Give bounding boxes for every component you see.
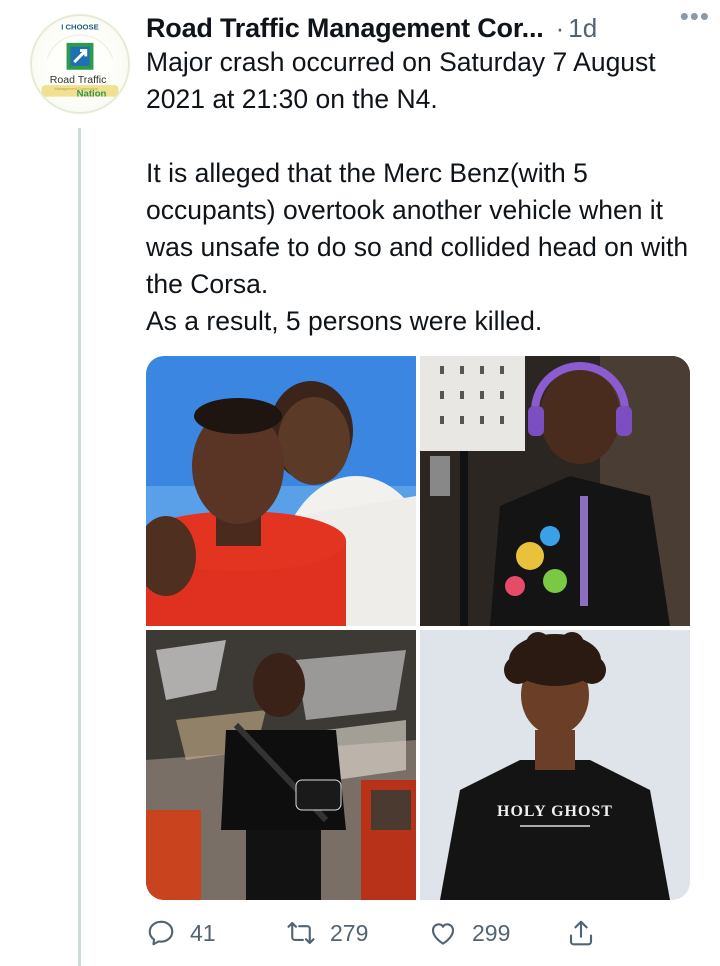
retweet-icon [287, 921, 315, 945]
separator-dot: · [555, 12, 565, 43]
rtmc-logo-icon: I CHOOSE Road Traffic Management Corpora… [41, 22, 119, 100]
logo-top-text: I CHOOSE [61, 22, 99, 31]
photo-dj-headphones[interactable] [420, 356, 690, 626]
thread-line [78, 128, 81, 966]
like-count: 299 [472, 919, 511, 946]
like-button[interactable]: 299 [428, 918, 510, 948]
more-options-icon[interactable]: ••• [680, 3, 710, 29]
share-icon [569, 920, 593, 946]
tshirt-print-text: HOLY GHOST [497, 803, 613, 820]
photo-young-man-tshirt[interactable]: HOLY GHOST [420, 630, 690, 900]
photo-two-men-selfie[interactable] [146, 356, 416, 626]
tweet-header: Road Traffic Management Cor... · 1d [146, 8, 706, 48]
heart-icon [431, 923, 455, 945]
share-button[interactable] [566, 918, 596, 948]
avatar[interactable]: I CHOOSE Road Traffic Management Corpora… [30, 14, 130, 114]
logo-main-text: Road Traffic [50, 74, 107, 86]
timestamp[interactable]: 1d [568, 13, 597, 44]
author-name[interactable]: Road Traffic Management Cor... [146, 13, 544, 44]
retweet-button[interactable]: 279 [286, 918, 368, 948]
tweet-paragraph: Major crash occurred on Saturday 7 Augus… [146, 47, 656, 114]
action-bar: 41 279 299 [146, 912, 686, 954]
photo-man-crossbody-bag[interactable] [146, 630, 416, 900]
logo-badge-text: Nation [77, 89, 107, 100]
media-grid: HOLY GHOST [146, 356, 690, 900]
reply-count: 41 [190, 919, 216, 946]
reply-icon [148, 920, 174, 946]
tweet-text: Major crash occurred on Saturday 7 Augus… [146, 44, 706, 340]
retweet-count: 279 [330, 919, 369, 946]
reply-button[interactable]: 41 [146, 918, 216, 948]
tweet-paragraph: As a result, 5 persons were killed. [146, 306, 543, 336]
tweet-paragraph: It is alleged that the Merc Benz(with 5 … [146, 158, 689, 299]
